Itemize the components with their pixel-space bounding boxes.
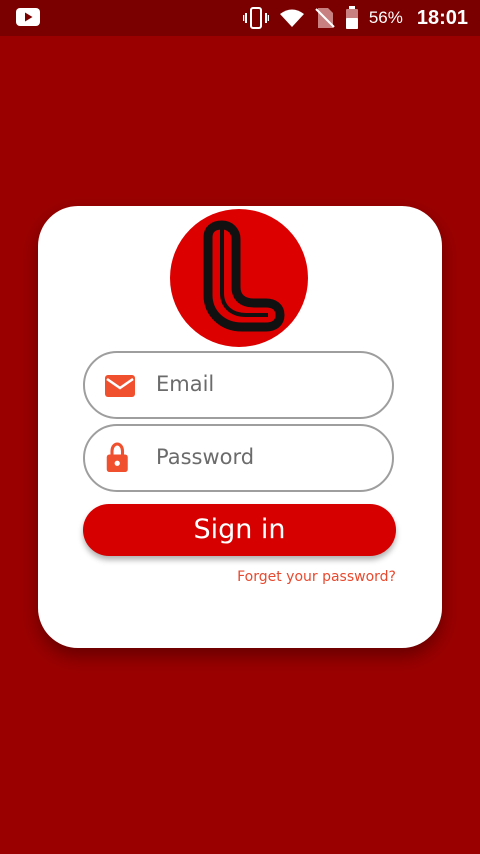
- wifi-icon: [279, 9, 304, 27]
- email-field[interactable]: Email: [83, 351, 394, 419]
- battery-percent: 56%: [368, 8, 403, 27]
- status-bar: 56% 18:01: [0, 0, 480, 36]
- vibrate-icon: [242, 7, 269, 29]
- youtube-icon: [16, 8, 40, 26]
- email-placeholder: Email: [156, 372, 215, 396]
- password-placeholder: Password: [156, 445, 255, 469]
- clock-time: 18:01: [416, 6, 468, 29]
- app-logo: [170, 209, 308, 347]
- battery-icon: [345, 6, 358, 29]
- no-sim-icon: [315, 8, 335, 28]
- lock-icon: [106, 442, 128, 472]
- sign-in-button[interactable]: Sign in: [83, 504, 396, 556]
- logo-mark-icon: [203, 220, 285, 332]
- email-icon: [105, 375, 135, 397]
- password-field[interactable]: Password: [83, 424, 394, 492]
- login-card: Email Password Sign in Forget your passw…: [38, 206, 442, 648]
- forgot-password-link[interactable]: Forget your password?: [237, 569, 396, 585]
